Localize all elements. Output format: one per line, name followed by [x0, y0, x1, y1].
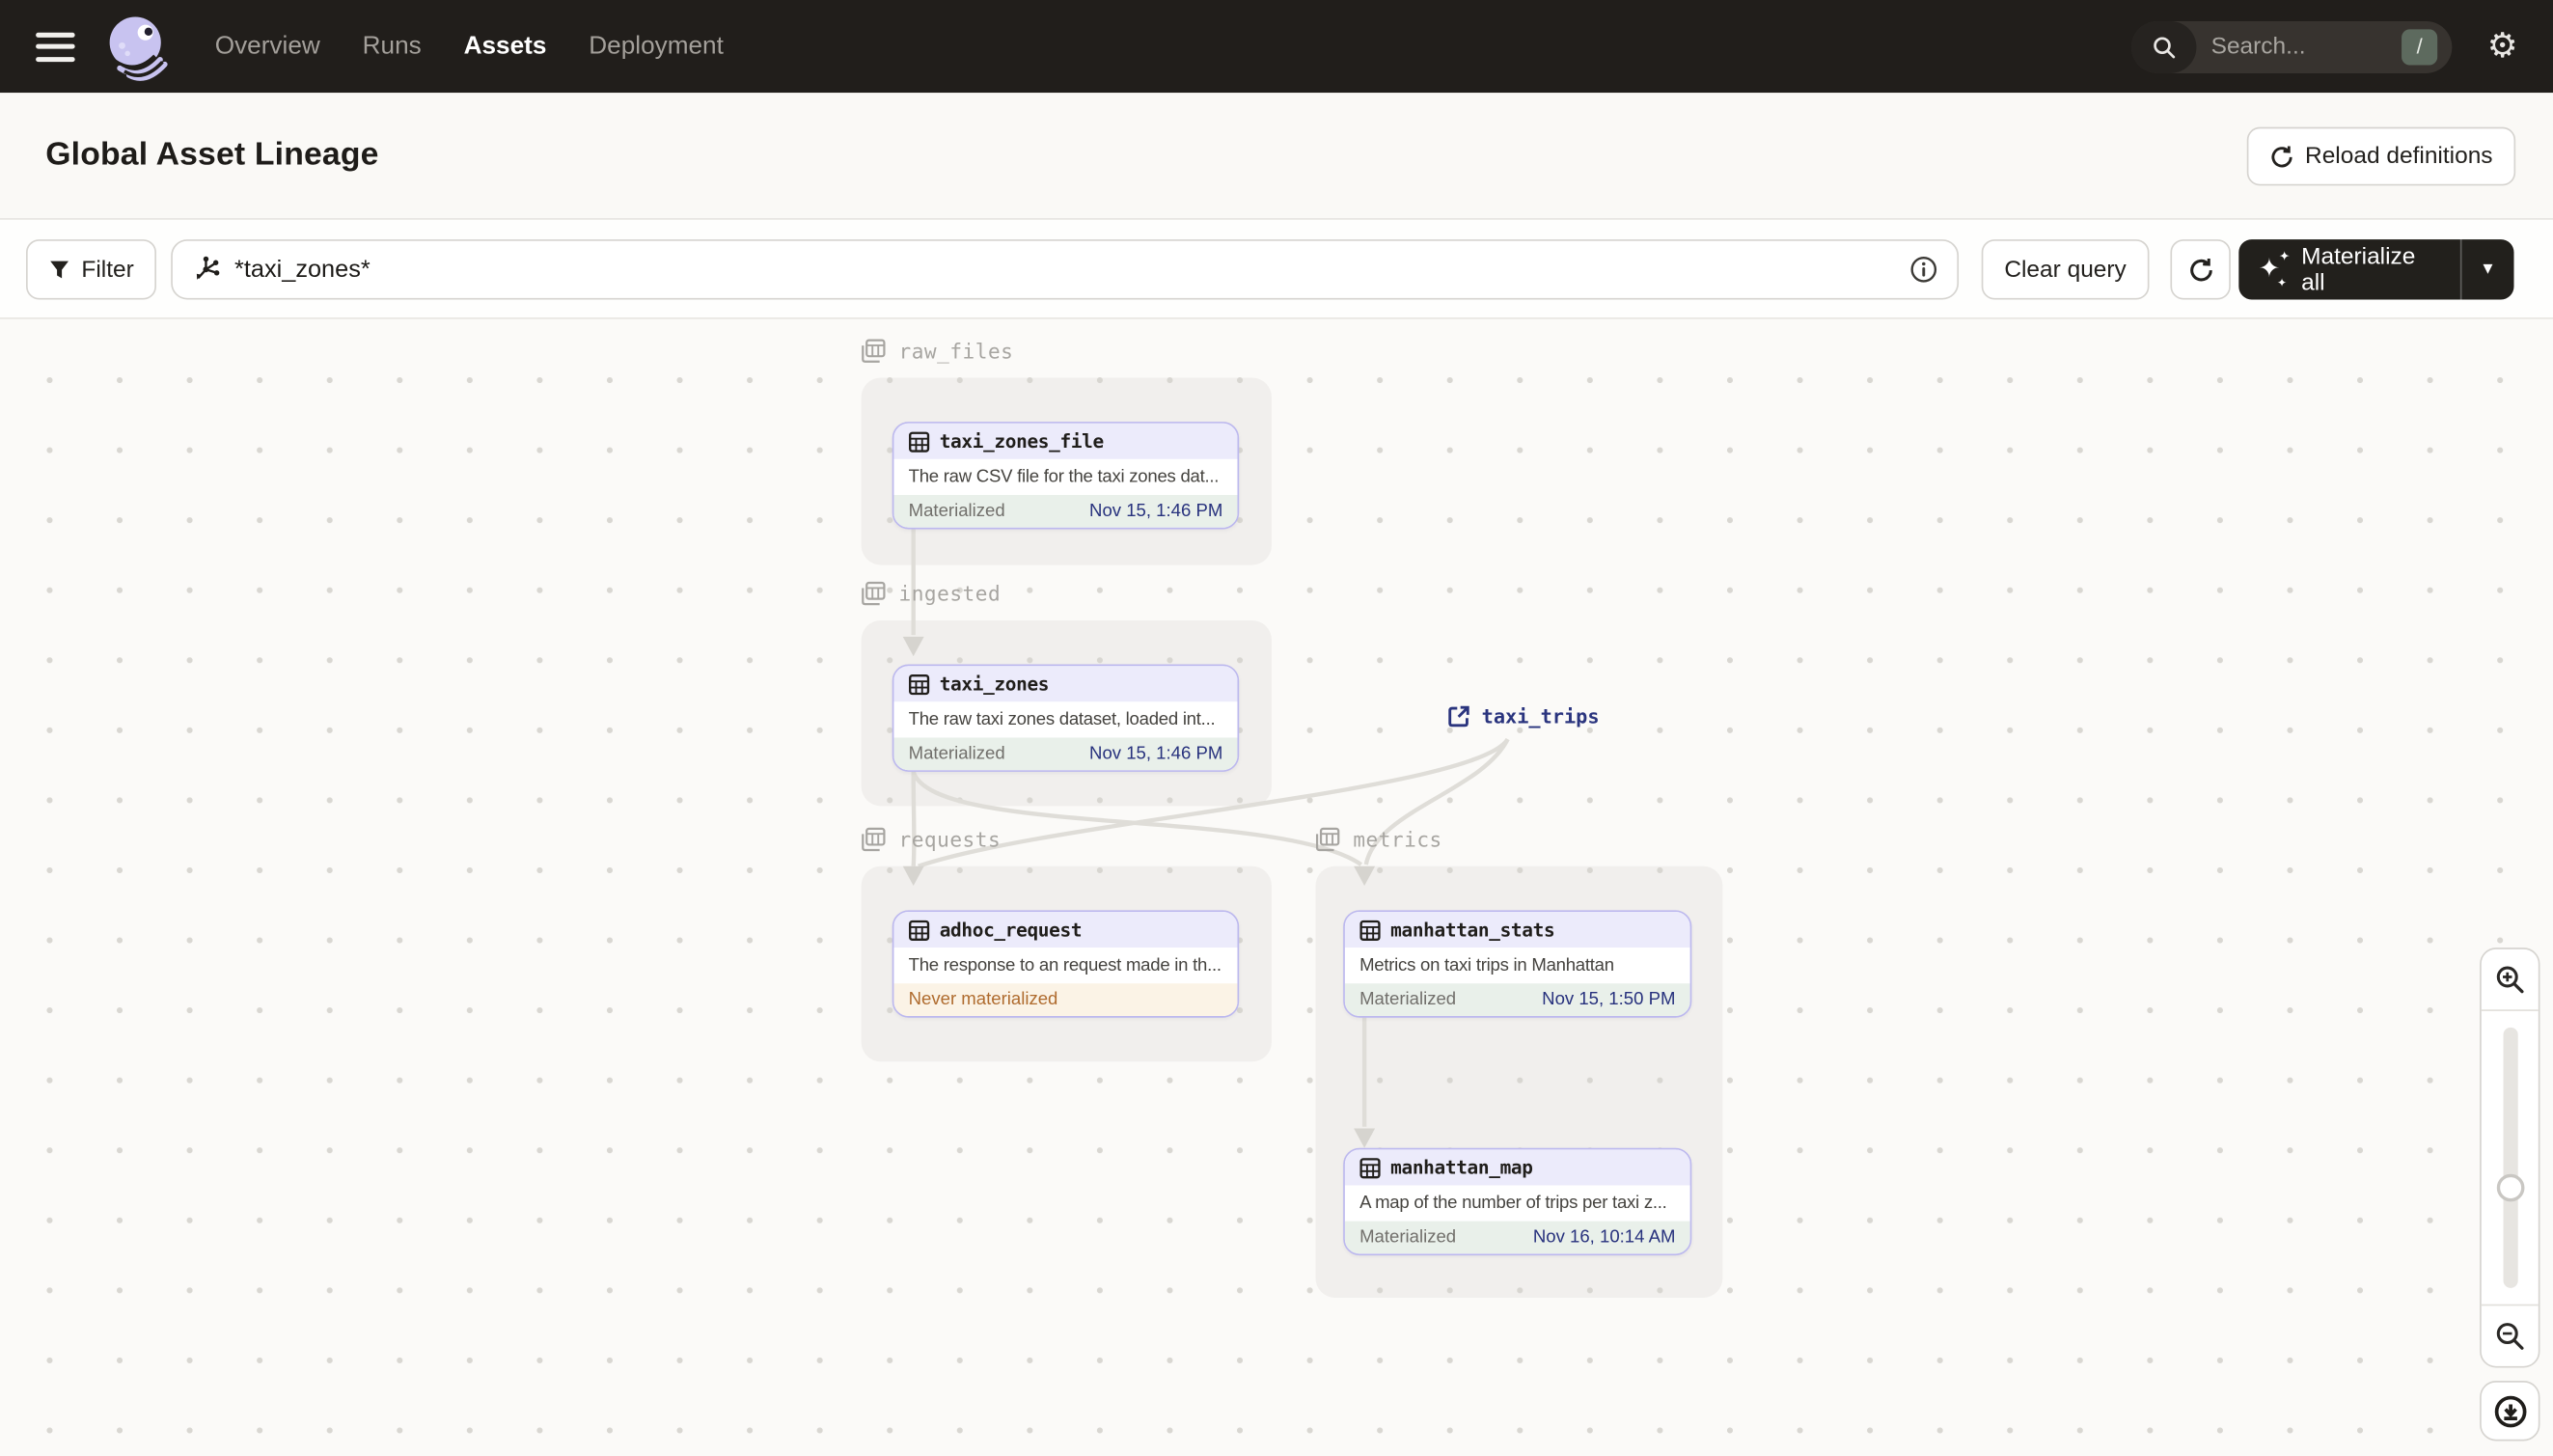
asset-description: A map of the number of trips per taxi z.… [1344, 1185, 1690, 1222]
group-name: requests [898, 827, 1002, 852]
asset-status: Materialized [908, 744, 1005, 764]
clear-query-label: Clear query [2004, 256, 2127, 283]
asset-node-taxi-zones-file[interactable]: taxi_zones_file The raw CSV file for the… [892, 422, 1240, 530]
asset-graph-icon [196, 256, 220, 280]
asset-status-time[interactable]: Nov 16, 10:14 AM [1533, 1227, 1676, 1247]
materialize-all-split-button: ✦ ✦ ✦ Materialize all ▼ [2238, 239, 2514, 300]
zoom-in-button[interactable] [2481, 949, 2539, 1011]
nav-runs[interactable]: Runs [363, 32, 422, 61]
asset-selection-input[interactable] [234, 255, 1910, 284]
group-name: metrics [1353, 827, 1442, 852]
materialize-all-label: Materialize all [2301, 243, 2416, 296]
asset-name: manhattan_map [1390, 1156, 1533, 1179]
download-icon [2493, 1394, 2526, 1427]
zoom-panel [2480, 948, 2540, 1368]
table-icon [1359, 919, 1381, 941]
refresh-icon [2271, 145, 2292, 167]
asset-status: Materialized [1359, 990, 1457, 1010]
nav-deployment[interactable]: Deployment [589, 32, 724, 61]
asset-status-time[interactable]: Nov 15, 1:46 PM [1089, 502, 1222, 521]
external-link-icon [1448, 705, 1469, 728]
asset-node-taxi-zones[interactable]: taxi_zones The raw taxi zones dataset, l… [892, 664, 1240, 772]
search-input[interactable]: Search... / [2130, 20, 2453, 73]
zoom-slider-handle[interactable] [2495, 1173, 2524, 1202]
asset-description: Metrics on taxi trips in Manhattan [1344, 948, 1690, 984]
lineage-canvas[interactable]: raw_files ingested requests metrics taxi… [0, 318, 2553, 1456]
layered-table-icon [862, 827, 886, 852]
page-header: Global Asset Lineage Reload definitions [0, 93, 2553, 220]
asset-status-time[interactable]: Nov 15, 1:46 PM [1089, 744, 1222, 763]
gear-icon[interactable]: ⚙ [2452, 0, 2553, 93]
group-label-ingested[interactable]: ingested [862, 581, 1002, 606]
asset-name: adhoc_request [939, 918, 1083, 942]
search-shortcut-badge: / [2402, 28, 2438, 65]
asset-node-manhattan-stats[interactable]: manhattan_stats Metrics on taxi trips in… [1343, 910, 1692, 1018]
group-label-requests[interactable]: requests [862, 827, 1002, 852]
filter-button[interactable]: Filter [26, 239, 157, 300]
nav-overview[interactable]: Overview [215, 32, 320, 61]
page-title: Global Asset Lineage [45, 136, 379, 173]
search-placeholder: Search... [2210, 33, 2306, 60]
asset-name: manhattan_stats [1390, 918, 1555, 942]
asset-name: taxi_zones_file [939, 429, 1105, 453]
external-asset-name: taxi_trips [1481, 704, 1600, 728]
clear-query-button[interactable]: Clear query [1981, 239, 2150, 300]
reload-definitions-button[interactable]: Reload definitions [2246, 126, 2516, 186]
asset-query-box [171, 239, 1960, 300]
menu-icon[interactable] [36, 31, 75, 62]
materialize-options-caret[interactable]: ▼ [2459, 239, 2514, 300]
asset-status: Materialized [1359, 1227, 1457, 1248]
zoom-slider[interactable] [2482, 1011, 2539, 1305]
table-icon [909, 673, 930, 695]
asset-description: The raw CSV file for the taxi zones dat.… [893, 458, 1238, 495]
asset-status: Materialized [908, 501, 1005, 521]
external-asset-taxi-trips[interactable]: taxi_trips [1447, 704, 1600, 728]
asset-node-adhoc-request[interactable]: adhoc_request The response to an request… [892, 910, 1240, 1018]
layered-table-icon [862, 339, 886, 363]
group-name: raw_files [898, 339, 1014, 364]
nav-assets[interactable]: Assets [464, 32, 547, 61]
download-view-button[interactable] [2480, 1381, 2540, 1442]
asset-node-manhattan-map[interactable]: manhattan_map A map of the number of tri… [1343, 1147, 1692, 1256]
sparkles-icon: ✦ ✦ ✦ [2258, 248, 2291, 289]
reload-definitions-label: Reload definitions [2305, 143, 2493, 170]
table-icon [1359, 1157, 1381, 1178]
lineage-toolbar: Filter Clear query ✦✦✦ Materialize all [0, 219, 2553, 319]
refresh-graph-button[interactable] [2170, 239, 2231, 300]
filter-label: Filter [81, 256, 134, 283]
materialize-all-button[interactable]: ✦ ✦ ✦ Materialize all [2238, 239, 2460, 299]
dagster-logo-icon[interactable] [104, 13, 173, 81]
lineage-edges [902, 526, 1510, 1148]
asset-status-time[interactable]: Nov 15, 1:50 PM [1542, 990, 1675, 1009]
table-icon [909, 430, 930, 452]
asset-status: Never materialized [908, 990, 1058, 1010]
asset-name: taxi_zones [939, 672, 1050, 696]
funnel-icon [50, 261, 69, 279]
search-icon [2130, 20, 2197, 73]
app-window: Overview Runs Assets Deployment Search..… [0, 0, 2553, 1456]
zoom-out-button[interactable] [2481, 1304, 2539, 1366]
group-label-raw-files[interactable]: raw_files [862, 339, 1014, 363]
table-icon [909, 919, 930, 941]
primary-nav: Overview Runs Assets Deployment [215, 32, 724, 61]
group-name: ingested [898, 581, 1002, 606]
layered-table-icon [862, 581, 886, 606]
zoom-in-icon [2496, 966, 2524, 994]
layered-table-icon [1315, 827, 1340, 852]
asset-description: The raw taxi zones dataset, loaded int..… [893, 701, 1238, 738]
refresh-icon [2189, 258, 2211, 281]
top-nav: Overview Runs Assets Deployment Search..… [0, 0, 2553, 94]
zoom-slider-track[interactable] [2502, 1027, 2517, 1288]
info-icon[interactable] [1909, 256, 1937, 284]
group-label-metrics[interactable]: metrics [1315, 827, 1442, 852]
zoom-out-icon [2496, 1323, 2524, 1350]
asset-description: The response to an request made in th... [893, 948, 1238, 984]
